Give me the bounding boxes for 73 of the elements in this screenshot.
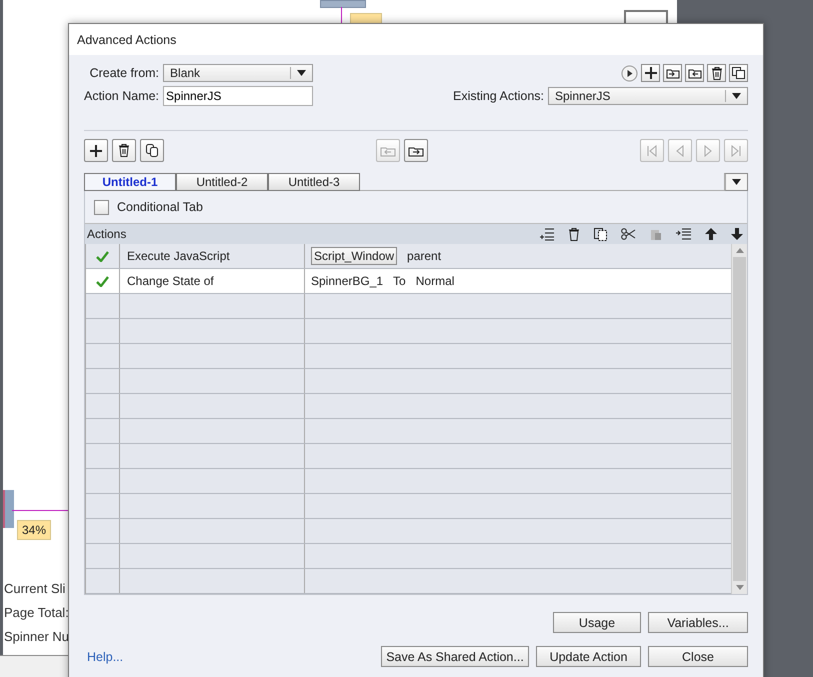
dialog-button[interactable]: Update Action (536, 646, 641, 667)
table-cell: To (393, 274, 406, 288)
action-row[interactable]: Change State of SpinnerBG_1 To Normal (86, 269, 731, 294)
trash-icon (118, 144, 130, 157)
window-title: Advanced Actions (77, 32, 176, 46)
add-button[interactable] (84, 139, 108, 162)
scroll-up-icon[interactable] (736, 248, 744, 253)
create-from-dropdown[interactable]: Blank (163, 64, 314, 82)
section-title: Actions (87, 227, 126, 241)
folder-icon (688, 67, 702, 79)
first-icon (647, 144, 657, 156)
plus-icon (90, 144, 102, 156)
checkbox-label: Conditional Tab (117, 200, 203, 214)
table-cell: Change State of (127, 274, 214, 288)
next-icon (704, 144, 712, 156)
down-arrow-icon[interactable] (731, 228, 743, 240)
add-button[interactable] (641, 64, 660, 82)
dialog-button[interactable]: Close (648, 646, 748, 667)
action-name-field[interactable]: SpinnerJS (163, 86, 314, 106)
copy-icon (732, 67, 745, 79)
folder-icon (408, 144, 424, 156)
slide-text: Current Sli (4, 580, 66, 597)
script-window-button[interactable]: Script_Window (311, 247, 398, 265)
action-row[interactable]: Execute JavaScript Script_Window parent (86, 244, 731, 269)
move-right-button[interactable] (404, 139, 428, 162)
tab[interactable]: Untitled-1 (84, 173, 176, 191)
table-cell: SpinnerBG_1 (311, 274, 384, 288)
import-button[interactable] (663, 64, 682, 82)
dialog-button[interactable]: Variables... (648, 612, 748, 633)
tab-menu-button[interactable] (724, 173, 748, 191)
scroll-down-icon[interactable] (736, 585, 744, 590)
insert-icon[interactable] (676, 228, 691, 240)
trash-icon[interactable] (568, 228, 580, 240)
caret-icon (732, 93, 741, 99)
copy-icon (146, 144, 158, 157)
duplicate-button[interactable] (729, 64, 748, 82)
dialog-button[interactable]: Save As Shared Action... (381, 646, 529, 667)
table-cell: Normal (416, 274, 454, 288)
slide-text: Page Total: (4, 604, 70, 621)
duplicate-button[interactable] (140, 139, 164, 162)
tab[interactable]: Untitled-2 (176, 173, 268, 191)
help-link[interactable]: Help... (84, 650, 124, 664)
slide-text: Spinner Nu (4, 628, 70, 645)
tab[interactable]: Untitled-3 (268, 173, 360, 191)
slide-object (320, 0, 366, 8)
up-arrow-icon[interactable] (705, 228, 717, 240)
percent-label: 34% (17, 520, 52, 540)
delete-button[interactable] (707, 64, 726, 82)
scissors-icon[interactable] (621, 228, 636, 240)
field-label: Existing Actions: (452, 89, 544, 103)
trash-icon (710, 66, 722, 80)
slide-object (3, 490, 14, 528)
scroll-thumb[interactable] (733, 257, 746, 581)
checkbox[interactable] (94, 200, 109, 214)
export-button[interactable] (685, 64, 704, 82)
play-icon[interactable] (621, 64, 638, 82)
copy-icon[interactable] (594, 228, 607, 240)
existing-actions-dropdown[interactable]: SpinnerJS (548, 87, 748, 105)
insert-icon[interactable] (540, 228, 554, 240)
field-label: Create from: (90, 66, 160, 80)
plus-icon (644, 67, 656, 79)
previous-icon (676, 144, 684, 156)
table-cell: Execute JavaScript (127, 249, 230, 263)
field-label: Action Name: (84, 89, 160, 103)
caret-icon (297, 70, 306, 76)
folder-icon (666, 67, 680, 79)
dialog-button[interactable]: Usage (553, 612, 641, 633)
table-cell: parent (407, 249, 442, 263)
caret-icon (732, 179, 741, 185)
delete-button[interactable] (112, 139, 136, 162)
scrollbar[interactable] (731, 244, 747, 594)
last-icon (731, 144, 741, 156)
folder-icon (380, 144, 396, 156)
